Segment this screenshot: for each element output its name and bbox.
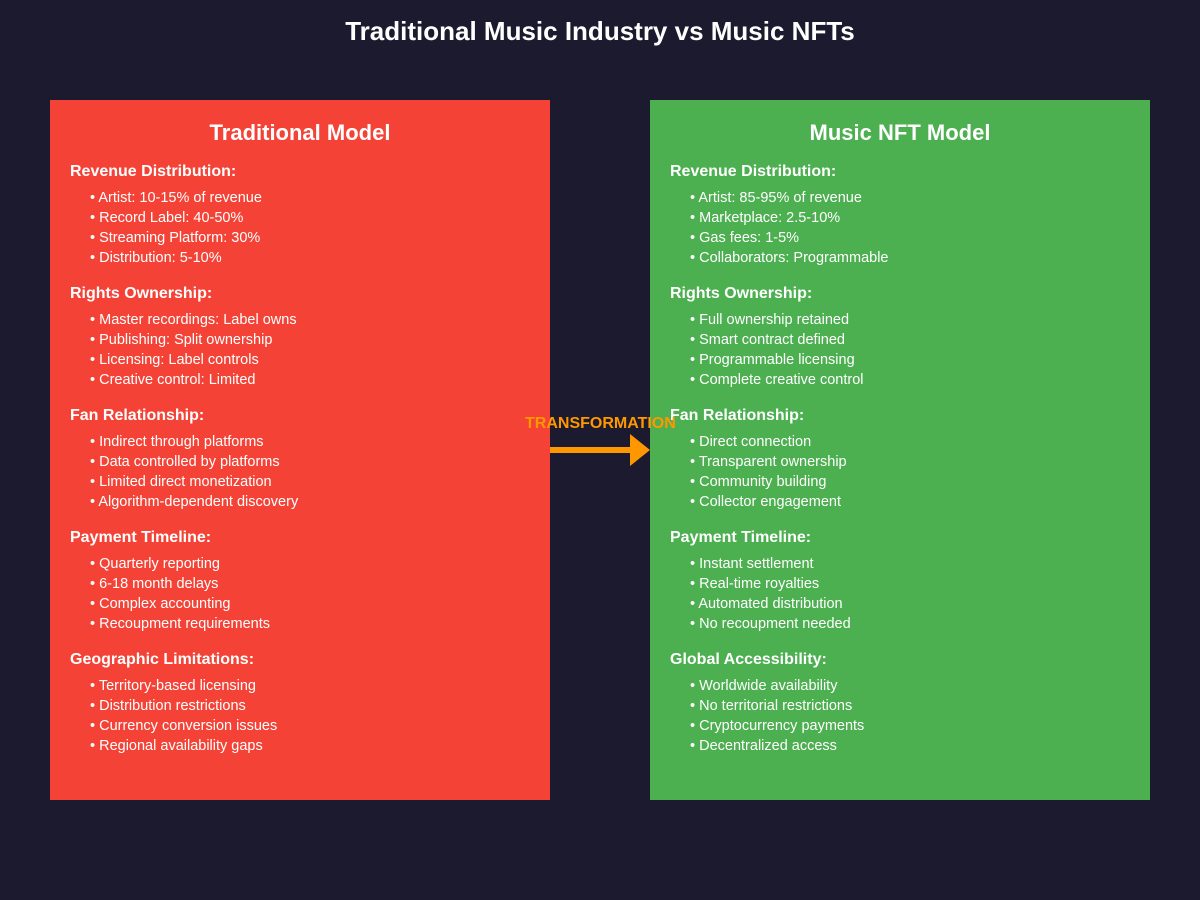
bullet-list: Quarterly reporting6-18 month delaysComp… [70, 554, 530, 634]
bullet-list: Master recordings: Label ownsPublishing:… [70, 310, 530, 390]
bullet-item: Gas fees: 1-5% [690, 228, 1130, 248]
page-title: Traditional Music Industry vs Music NFTs [345, 16, 855, 46]
traditional-section-geographic-limitations: Geographic Limitations: Territory-based l… [70, 650, 530, 756]
bullet-item: Quarterly reporting [90, 554, 530, 574]
traditional-section-payment-timeline: Payment Timeline: Quarterly reporting6-18… [70, 528, 530, 634]
section-heading: Payment Timeline: [70, 529, 212, 546]
bullet-item: Smart contract defined [690, 330, 1130, 350]
bullet-item: Indirect through platforms [90, 432, 530, 452]
bullet-list: Direct connectionTransparent ownershipCo… [670, 432, 1130, 512]
bullet-item: Publishing: Split ownership [90, 330, 530, 350]
bullet-item: Artist: 10-15% of revenue [90, 188, 530, 208]
section-heading: Rights Ownership: [70, 285, 213, 302]
nft-section-fan-relationship: Fan Relationship: Direct connectionTransp… [670, 406, 1130, 512]
section-heading: Revenue Distribution: [670, 163, 837, 180]
arrow-head [630, 434, 650, 466]
section-heading: Rights Ownership: [670, 285, 813, 302]
bullet-item: No recoupment needed [690, 614, 1130, 634]
bullet-item: Record Label: 40-50% [90, 208, 530, 228]
bullet-item: Collaborators: Programmable [690, 248, 1130, 268]
nft-model-panel: Music NFT Model Revenue Distribution: Art… [650, 100, 1150, 800]
section-heading: Fan Relationship: [670, 407, 805, 424]
bullet-item: Licensing: Label controls [90, 350, 530, 370]
bullet-item: Territory-based licensing [90, 676, 530, 696]
bullet-item: Transparent ownership [690, 452, 1130, 472]
section-heading: Payment Timeline: [670, 529, 812, 546]
bullet-item: Complete creative control [690, 370, 1130, 390]
bullet-item: Distribution: 5-10% [90, 248, 530, 268]
bullet-list: Instant settlementReal-time royaltiesAut… [670, 554, 1130, 634]
bullet-item: Real-time royalties [690, 574, 1130, 594]
bullet-item: Automated distribution [690, 594, 1130, 614]
bullet-item: Limited direct monetization [90, 472, 530, 492]
bullet-item: Algorithm-dependent discovery [90, 492, 530, 512]
bullet-item: Community building [690, 472, 1130, 492]
bullet-list: Territory-based licensingDistribution re… [70, 676, 530, 756]
bullet-item: Programmable licensing [690, 350, 1130, 370]
nft-section-rights-ownership: Rights Ownership: Full ownership retained… [670, 284, 1130, 390]
nft-section-payment-timeline: Payment Timeline: Instant settlementReal-… [670, 528, 1130, 634]
bullet-item: Marketplace: 2.5-10% [690, 208, 1130, 228]
nft-section-revenue-distribution: Revenue Distribution: Artist: 85-95% of r… [670, 162, 1130, 268]
traditional-sections: Revenue Distribution: Artist: 10-15% of r… [70, 162, 530, 756]
bullet-item: Master recordings: Label owns [90, 310, 530, 330]
arrow-right-icon [550, 434, 650, 466]
bullet-list: Full ownership retainedSmart contract de… [670, 310, 1130, 390]
section-heading: Revenue Distribution: [70, 163, 237, 180]
traditional-section-rights-ownership: Rights Ownership: Master recordings: Labe… [70, 284, 530, 390]
bullet-list: Worldwide availabilityNo territorial res… [670, 676, 1130, 756]
bullet-item: Recoupment requirements [90, 614, 530, 634]
bullet-item: Decentralized access [690, 736, 1130, 756]
bullet-item: Collector engagement [690, 492, 1130, 512]
bullet-item: Streaming Platform: 30% [90, 228, 530, 248]
section-heading: Global Accessibility: [670, 651, 827, 668]
section-heading: Fan Relationship: [70, 407, 205, 424]
bullet-item: Full ownership retained [690, 310, 1130, 330]
bullet-item: Distribution restrictions [90, 696, 530, 716]
bullet-item: Artist: 85-95% of revenue [690, 188, 1130, 208]
bullet-item: Worldwide availability [690, 676, 1130, 696]
arrow-shaft [550, 447, 632, 453]
traditional-section-revenue-distribution: Revenue Distribution: Artist: 10-15% of r… [70, 162, 530, 268]
bullet-item: Complex accounting [90, 594, 530, 614]
bullet-item: 6-18 month delays [90, 574, 530, 594]
bullet-list: Artist: 85-95% of revenueMarketplace: 2.… [670, 188, 1130, 268]
traditional-model-title: Traditional Model [209, 120, 391, 145]
bullet-item: Data controlled by platforms [90, 452, 530, 472]
nft-model-title: Music NFT Model [809, 120, 991, 145]
transformation-label: TRANSFORMATION [525, 415, 676, 432]
traditional-section-fan-relationship: Fan Relationship: Indirect through platfo… [70, 406, 530, 512]
nft-sections: Revenue Distribution: Artist: 85-95% of r… [670, 162, 1130, 756]
traditional-model-panel: Traditional Model Revenue Distribution: A… [50, 100, 550, 800]
bullet-item: Direct connection [690, 432, 1130, 452]
bullet-item: No territorial restrictions [690, 696, 1130, 716]
bullet-item: Currency conversion issues [90, 716, 530, 736]
bullet-item: Instant settlement [690, 554, 1130, 574]
bullet-item: Cryptocurrency payments [690, 716, 1130, 736]
nft-section-global-accessibility: Global Accessibility: Worldwide availabil… [670, 650, 1130, 756]
bullet-item: Creative control: Limited [90, 370, 530, 390]
bullet-list: Artist: 10-15% of revenueRecord Label: 4… [70, 188, 530, 268]
bullet-list: Indirect through platformsData controlle… [70, 432, 530, 512]
section-heading: Geographic Limitations: [70, 651, 255, 668]
bullet-item: Regional availability gaps [90, 736, 530, 756]
